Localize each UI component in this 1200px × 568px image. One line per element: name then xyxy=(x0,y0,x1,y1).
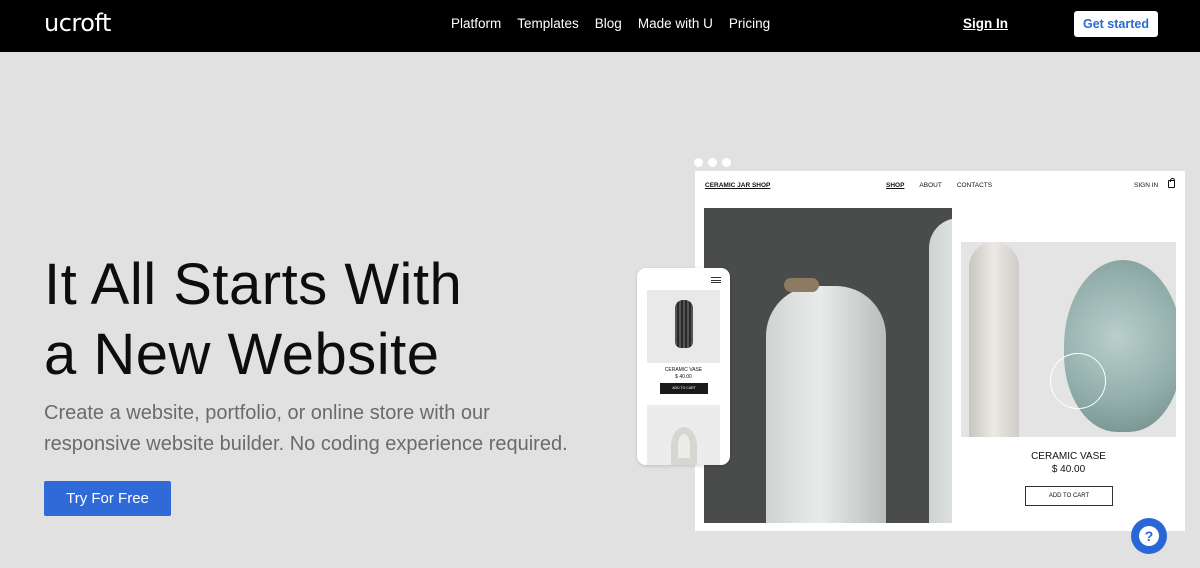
shopping-bag-icon xyxy=(1168,178,1175,188)
nav-platform[interactable]: Platform xyxy=(451,16,501,31)
ceramic-vase-photo xyxy=(961,242,1176,437)
shop-sign-in: SIGN IN xyxy=(1134,182,1159,189)
phone-product-name: CERAMIC VASE xyxy=(664,367,703,373)
product-name: CERAMIC VASE xyxy=(1031,451,1106,462)
question-icon: ? xyxy=(1139,526,1159,546)
ucraft-logo[interactable]: ucroft xyxy=(44,9,111,37)
window-dot xyxy=(708,158,717,167)
hero-title-line-1: It All Starts With xyxy=(44,252,463,317)
phone-product-photo-2 xyxy=(647,405,720,465)
bottle-shape xyxy=(766,278,886,523)
shop-nav-about: ABOUT xyxy=(919,182,942,189)
shop-nav-shop: SHOP xyxy=(886,182,905,189)
window-dot xyxy=(694,158,703,167)
browser-mockup: CERAMIC JAR SHOP SHOP ABOUT CONTACTS SIG… xyxy=(695,171,1185,531)
shop-nav: SHOP ABOUT CONTACTS xyxy=(886,182,1007,189)
vase-shape xyxy=(675,300,693,348)
help-button[interactable]: ? xyxy=(1131,518,1167,554)
window-dots xyxy=(694,158,731,167)
hero-subtitle-line-1: Create a website, portfolio, or online s… xyxy=(44,402,490,424)
sign-in-link[interactable]: Sign In xyxy=(963,16,1008,31)
get-started-button[interactable]: Get started xyxy=(1074,11,1158,37)
try-for-free-button[interactable]: Try For Free xyxy=(44,481,171,516)
vase-shape xyxy=(969,242,1019,437)
nav-made-with-u[interactable]: Made with U xyxy=(638,16,713,31)
phone-add-to-cart-button: ADD TO CART xyxy=(660,383,708,394)
shop-nav-contacts: CONTACTS xyxy=(956,182,993,189)
nav-pricing[interactable]: Pricing xyxy=(729,16,770,31)
nav-blog[interactable]: Blog xyxy=(595,16,622,31)
shop-logo: CERAMIC JAR SHOP xyxy=(705,182,771,189)
cursor-ring xyxy=(1050,353,1106,409)
window-dot xyxy=(722,158,731,167)
phone-product-photo xyxy=(647,290,720,363)
add-to-cart-button: ADD TO CART xyxy=(1025,486,1113,506)
ceramic-bottles-photo xyxy=(704,208,952,523)
phone-mockup: CERAMIC VASE $ 40.00 ADD TO CART xyxy=(637,268,730,465)
top-navigation-bar: ucroft Platform Templates Blog Made with… xyxy=(0,0,1200,52)
hero-title-line-2: a New Website xyxy=(44,322,440,387)
hamburger-menu-icon xyxy=(711,277,721,283)
phone-product-price: $ 40.00 xyxy=(675,374,692,380)
main-nav: Platform Templates Blog Made with U Pric… xyxy=(451,16,786,31)
nav-templates[interactable]: Templates xyxy=(517,16,579,31)
hero-title: It All Starts With a New Website xyxy=(44,250,604,390)
hero-subtitle: Create a website, portfolio, or online s… xyxy=(44,398,604,460)
product-price: $ 40.00 xyxy=(1051,464,1086,475)
hero-subtitle-line-2: responsive website builder. No coding ex… xyxy=(44,433,568,455)
vase-shape xyxy=(671,427,697,465)
bottle-shape xyxy=(929,218,952,523)
